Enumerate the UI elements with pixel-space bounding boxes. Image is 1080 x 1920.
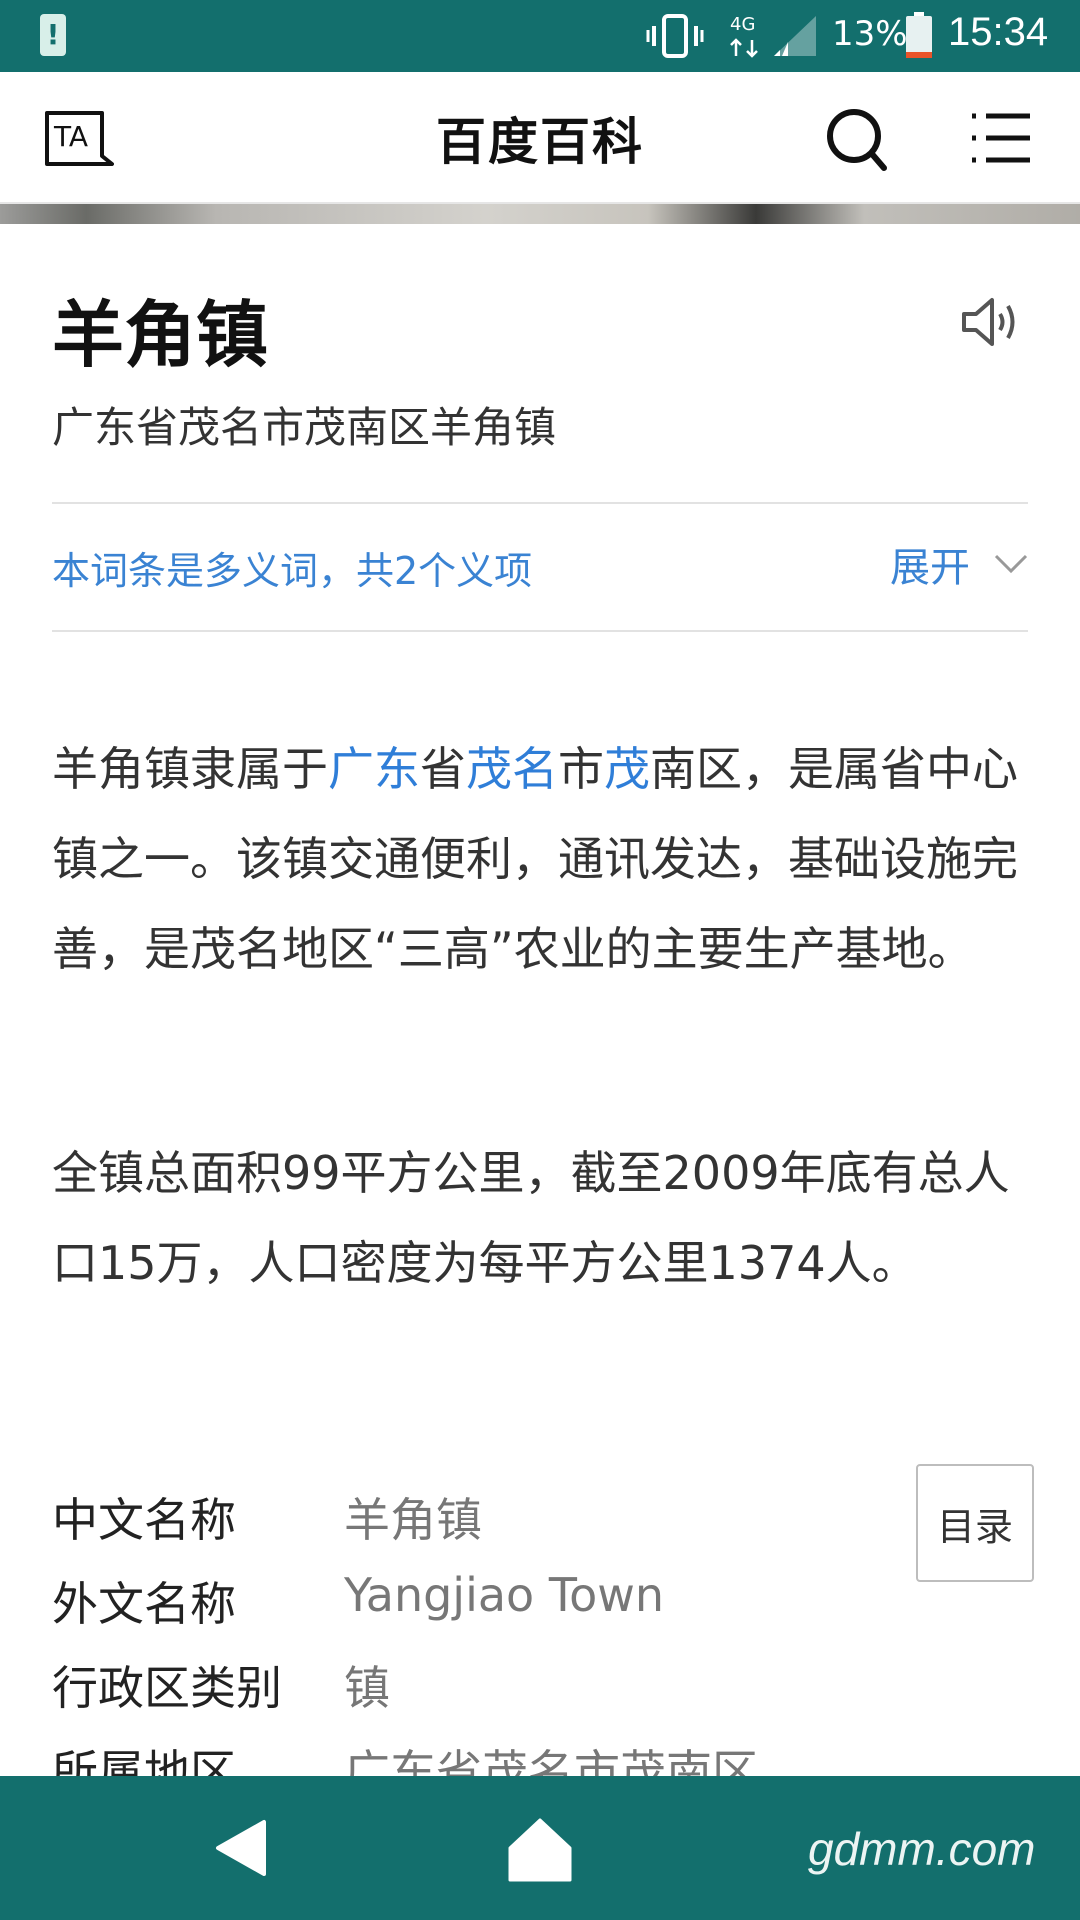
- divider: [52, 502, 1028, 504]
- info-row: 行政区类别 镇: [52, 1652, 872, 1736]
- summary-text: 省: [420, 742, 466, 796]
- summary-paragraph: 羊角镇隶属于广东省茂名市茂南区，是属省中心镇之一。该镇交通便利，通讯发达，基础设…: [52, 724, 1032, 994]
- summary-paragraph-2: 全镇总面积99平方公里，截至2009年底有总人口15万，人口密度为每平方公里13…: [52, 1146, 1010, 1290]
- app-title: 百度百科: [436, 113, 644, 171]
- signal-icon: [774, 16, 816, 56]
- link-maonan[interactable]: 茂: [604, 742, 650, 796]
- search-icon[interactable]: [826, 108, 888, 172]
- info-value: 广东省茂名市茂南区: [344, 1745, 758, 1776]
- info-row: 所属地区 广东省茂名市茂南区: [52, 1736, 872, 1776]
- battery-percent: 13%: [832, 14, 908, 54]
- basic-info-table: 中文名称 羊角镇 外文名称 Yangjiao Town 行政区类别 镇 所属地区…: [52, 1484, 872, 1776]
- chevron-down-icon: [994, 554, 1028, 574]
- expand-label: 展开: [890, 545, 970, 591]
- article-content: 羊角镇 广东省茂名市茂南区羊角镇 本词条是多义词，共2个义项 展开 羊角镇隶属于…: [0, 224, 1080, 1776]
- status-bar: 4G 13% 15:34: [0, 0, 1080, 72]
- info-label: 外文名称: [52, 1577, 236, 1631]
- battery-icon: [906, 12, 932, 58]
- hero-image-strip: [0, 204, 1080, 224]
- info-row: 中文名称 羊角镇: [52, 1484, 872, 1568]
- info-value: Yangjiao Town: [344, 1568, 665, 1622]
- menu-icon[interactable]: [970, 110, 1032, 166]
- speaker-icon[interactable]: [960, 296, 1018, 348]
- info-value: 镇: [344, 1661, 390, 1715]
- link-guangdong[interactable]: 广东: [328, 742, 420, 796]
- network-type-label: 4G: [730, 14, 755, 35]
- link-maoming[interactable]: 茂名: [466, 742, 558, 796]
- entry-title: 羊角镇: [52, 293, 269, 377]
- watermark: gdmm.com: [808, 1823, 1036, 1875]
- info-value: 羊角镇: [344, 1493, 482, 1547]
- entry-subtitle: 广东省茂名市茂南区羊角镇: [52, 403, 557, 452]
- summary-text: 羊角镇隶属于: [52, 742, 328, 796]
- expand-button[interactable]: 展开: [890, 536, 1028, 592]
- app-header: TA 百度百科: [0, 72, 1080, 204]
- info-label: 中文名称: [52, 1493, 236, 1547]
- info-label: 所属地区: [52, 1745, 236, 1776]
- network-4g-icon: 4G: [730, 14, 758, 58]
- summary-text: 市: [558, 742, 604, 796]
- clock: 15:34: [948, 10, 1049, 54]
- navigation-bar: gdmm.com: [0, 1776, 1080, 1920]
- battery-saver-icon: [40, 14, 66, 56]
- home-icon[interactable]: [508, 1816, 572, 1882]
- divider: [52, 630, 1028, 632]
- info-row: 外文名称 Yangjiao Town: [52, 1568, 872, 1652]
- toc-button[interactable]: 目录: [916, 1464, 1034, 1582]
- back-icon[interactable]: [212, 1818, 272, 1878]
- info-label: 行政区类别: [52, 1661, 282, 1715]
- vibrate-icon: [646, 14, 704, 58]
- polysemy-note[interactable]: 本词条是多义词，共2个义项: [52, 540, 532, 595]
